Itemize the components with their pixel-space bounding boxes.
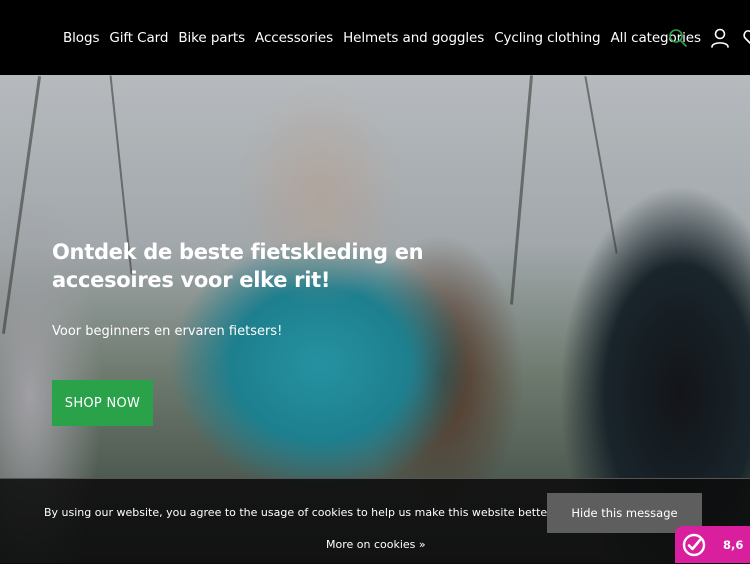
nav-item-accessories[interactable]: Accessories <box>255 27 333 49</box>
shop-now-button[interactable]: SHOP NOW <box>52 380 153 426</box>
rating-badge[interactable]: 8,6 <box>675 526 750 563</box>
cookie-message: By using our website, you agree to the u… <box>44 506 555 519</box>
nav-item-gift-card[interactable]: Gift Card <box>109 27 168 49</box>
search-icon[interactable] <box>667 27 689 49</box>
rating-score: 8,6 <box>723 537 744 552</box>
rating-logo-icon <box>682 533 706 557</box>
nav-item-bike-parts[interactable]: Bike parts <box>178 27 245 49</box>
nav-item-helmets-and-goggles[interactable]: Helmets and goggles <box>343 27 484 49</box>
nav-item-cycling-clothing[interactable]: Cycling clothing <box>494 27 600 49</box>
heart-icon[interactable] <box>742 27 750 49</box>
hero-title: Ontdek de beste fietskleding en accesoir… <box>52 240 424 292</box>
user-icon[interactable] <box>709 27 731 49</box>
nav-item-blogs[interactable]: Blogs <box>63 27 99 49</box>
more-on-cookies-link[interactable]: More on cookies » <box>326 538 426 552</box>
cookie-banner: By using our website, you agree to the u… <box>0 478 750 564</box>
main-nav: Blogs Gift Card Bike parts Accessories H… <box>63 27 701 49</box>
hero-subtitle: Voor beginners en ervaren fietsers! <box>52 324 283 339</box>
header: Blogs Gift Card Bike parts Accessories H… <box>0 0 750 75</box>
